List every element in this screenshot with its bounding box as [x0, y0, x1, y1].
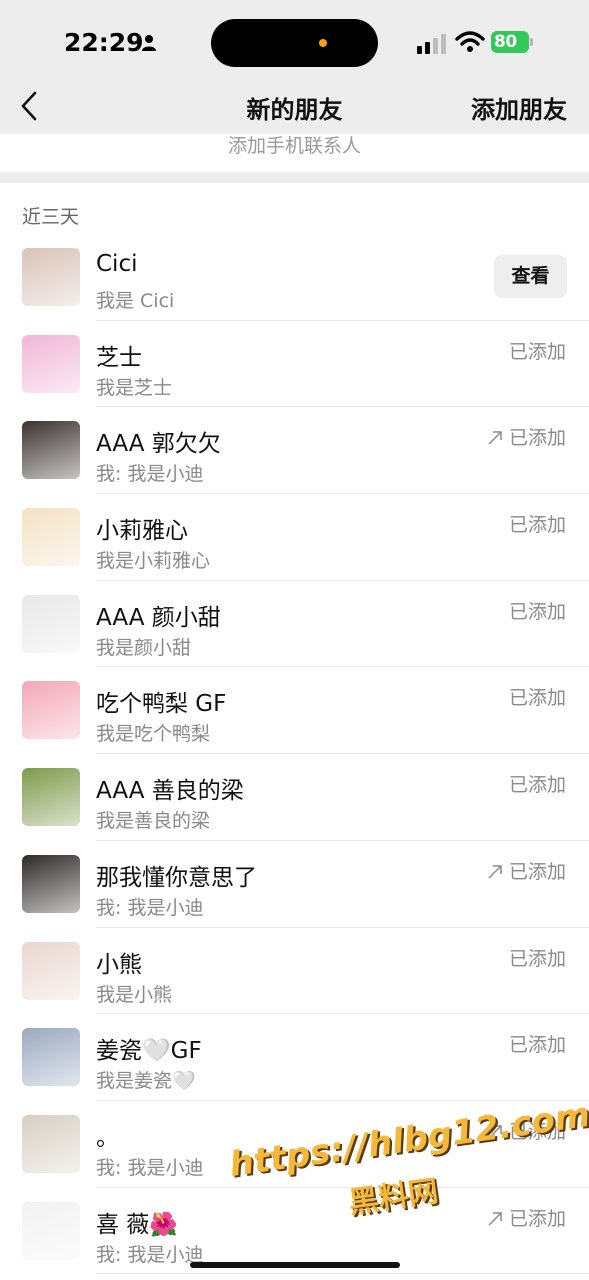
request-message: 我是颜小甜: [96, 636, 192, 659]
contact-name: Cici: [96, 251, 138, 277]
top-bar: 22:29 80 新的朋友 添加朋友: [0, 0, 589, 134]
status-label: 已添加: [508, 514, 566, 537]
request-message: 我是小莉雅心: [96, 550, 211, 573]
avatar[interactable]: [22, 1201, 80, 1260]
avatar[interactable]: [22, 768, 80, 827]
contact-name: 姜瓷🤍GF: [96, 1038, 202, 1065]
avatar[interactable]: [22, 1114, 80, 1173]
request-message: 我: 我是小迪: [96, 463, 204, 486]
section-gap: [0, 172, 589, 183]
added-status: 已添加: [509, 944, 566, 971]
request-message: 我: 我是小迪: [96, 896, 204, 919]
list-item[interactable]: 那我懂你意思了我: 我是小迪 已添加: [0, 841, 589, 928]
wifi-icon: [455, 31, 485, 52]
request-message: 我是芝士: [96, 376, 173, 399]
status-label: 已添加: [508, 340, 566, 363]
outgoing-arrow-icon: [488, 431, 502, 445]
avatar[interactable]: [22, 421, 80, 480]
status-label: 已添加: [508, 427, 566, 450]
request-message: 我是小熊: [96, 983, 173, 1006]
list-item[interactable]: AAA 郭欠欠我: 我是小迪 已添加: [0, 407, 589, 495]
added-status: 已添加: [487, 1204, 566, 1231]
signal-icon: [417, 34, 446, 54]
list-item[interactable]: 小熊我是小熊 已添加: [0, 928, 589, 1015]
person-icon: [142, 35, 156, 51]
avatar[interactable]: [22, 854, 80, 913]
divider: [96, 1273, 589, 1275]
added-status: 已添加: [509, 337, 566, 364]
list-item[interactable]: AAA 颜小甜我是颜小甜 已添加: [0, 581, 589, 668]
list-item[interactable]: 芝士我是芝士 已添加: [0, 321, 589, 408]
add-phone-contacts[interactable]: 添加手机联系人: [0, 134, 589, 172]
status-label: 已添加: [508, 1034, 566, 1057]
avatar[interactable]: [22, 594, 80, 653]
status-label: 已添加: [508, 1207, 566, 1230]
outgoing-arrow-icon: [488, 1211, 502, 1226]
added-status: 已添加: [509, 597, 566, 624]
status-label: 已添加: [508, 860, 566, 883]
list-item[interactable]: Cici 我是 Cici 查看: [0, 234, 589, 321]
outgoing-arrow-icon: [488, 865, 502, 879]
request-message: 我是善良的梁: [96, 810, 211, 833]
status-label: 已添加: [508, 774, 566, 797]
home-indicator: [190, 1262, 400, 1268]
list-item[interactable]: 姜瓷🤍GF 我是姜瓷🤍 已添加: [0, 1014, 589, 1101]
section-label: 近三天: [22, 206, 80, 228]
view-button[interactable]: 查看: [494, 255, 567, 298]
contact-name: AAA 善良的梁: [96, 778, 244, 805]
added-status: 已添加: [509, 1030, 566, 1057]
battery-indicator: 80: [491, 31, 529, 53]
status-time: 22:29: [64, 28, 144, 57]
added-status: 已添加: [487, 857, 566, 884]
request-message: 我是吃个鸭梨: [96, 723, 211, 746]
avatar[interactable]: [22, 681, 80, 740]
list-item[interactable]: 小莉雅心我是小莉雅心 已添加: [0, 494, 589, 581]
added-status: 已添加: [487, 423, 566, 450]
request-message: 我: 我是小迪: [96, 1156, 204, 1179]
contact-name: 小莉雅心: [96, 518, 188, 545]
contact-name: 。: [96, 1124, 119, 1151]
added-status: 已添加: [509, 510, 566, 537]
request-message: 我是姜瓷🤍: [96, 1070, 196, 1093]
contact-name: 那我懂你意思了: [96, 864, 257, 891]
request-message: 我是 Cici: [96, 290, 175, 312]
contact-name: AAA 颜小甜: [96, 604, 221, 631]
avatar[interactable]: [22, 941, 80, 1000]
avatar[interactable]: [22, 1028, 80, 1087]
avatar[interactable]: [22, 508, 80, 567]
battery-cap: [530, 38, 533, 46]
contact-name: 小熊: [96, 951, 142, 978]
add-friend-button[interactable]: 添加朋友: [471, 90, 567, 125]
avatar[interactable]: [22, 334, 80, 393]
avatar[interactable]: [22, 248, 80, 306]
contact-name: 吃个鸭梨 GF: [96, 691, 227, 718]
request-message: 我: 我是小迪: [96, 1243, 204, 1266]
contact-name: 喜 薇🌺: [96, 1211, 178, 1238]
contact-name: AAA 郭欠欠: [96, 431, 221, 458]
status-label: 已添加: [508, 947, 566, 970]
contact-name: 芝士: [96, 344, 142, 371]
status-label: 已添加: [508, 687, 566, 710]
list-item[interactable]: 吃个鸭梨 GF 我是吃个鸭梨 已添加: [0, 667, 589, 755]
added-status: 已添加: [509, 683, 566, 710]
added-status: 已添加: [509, 770, 566, 797]
list-item[interactable]: AAA 善良的梁我是善良的梁 已添加: [0, 754, 589, 841]
privacy-dot: [319, 39, 327, 47]
dynamic-island: [211, 19, 378, 67]
status-label: 已添加: [508, 600, 566, 623]
